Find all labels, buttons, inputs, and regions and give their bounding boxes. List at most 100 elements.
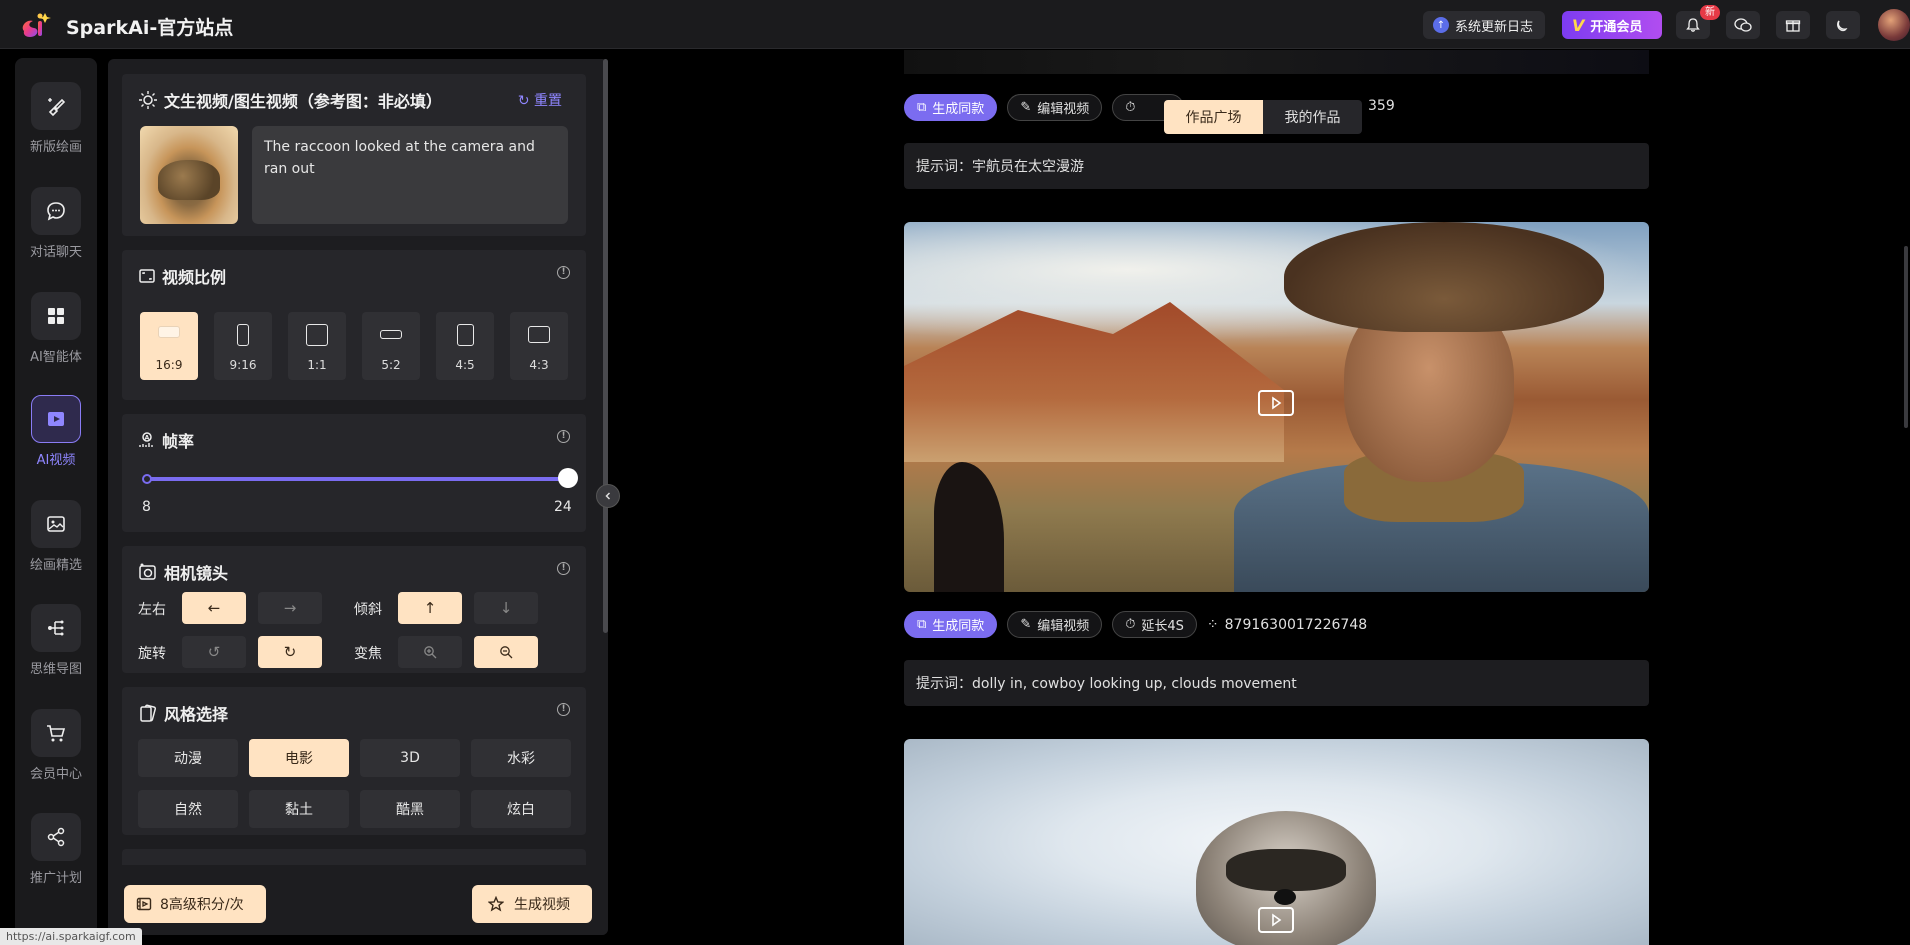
rotate-left-button[interactable]: ↺ [182, 636, 246, 668]
rail-item-referral[interactable]: 推广计划 [15, 813, 97, 886]
ratio-option-9-16[interactable]: 9:16 [214, 312, 272, 380]
rail-label: AI视频 [36, 453, 76, 468]
rotate-ccw-icon: ↺ [207, 643, 221, 661]
style-option-clay[interactable]: 黏土 [249, 790, 349, 828]
style-option-dazzle-white[interactable]: 炫白 [471, 790, 571, 828]
edit-video-button[interactable]: ✎ 编辑视频 [1007, 611, 1103, 638]
zoom-out-button[interactable] [474, 636, 538, 668]
left-nav-rail: 新版绘画 对话聊天 AI智能体 AI视频 绘画精选 思维导图 会员中心 推广计划 [15, 58, 97, 935]
wechat-button[interactable] [1726, 11, 1760, 39]
play-icon[interactable] [1258, 907, 1294, 933]
brush-icon [48, 98, 66, 117]
feed-prompt: 提示词：宇航员在太空漫游 [904, 143, 1649, 189]
fps-max-label: 24 [554, 499, 572, 515]
credits-cost-button[interactable]: 8高级积分/次 [124, 885, 266, 923]
rail-item-ai-agent[interactable]: AI智能体 [15, 292, 97, 365]
info-icon[interactable]: ! [557, 266, 570, 279]
generate-same-button[interactable]: ⧉ 生成同款 [904, 94, 998, 121]
upload-icon: ↑ [1433, 17, 1449, 33]
play-icon[interactable] [1258, 390, 1294, 416]
top-bar: SparkAi-官方站点 ↑ 系统更新日志 V 开通会员 新 [0, 0, 1910, 49]
rail-item-new-drawing[interactable]: 新版绘画 [15, 82, 97, 155]
panel-scrollbar[interactable] [603, 59, 608, 633]
prompt-card: 文生视频/图生视频（参考图：非必填） ↻ 重置 The raccoon look… [122, 74, 586, 236]
video-thumbnail-cowboy[interactable] [904, 222, 1649, 592]
seed-display: ⁘ 8791630017226748 [1207, 617, 1367, 633]
film-icon [136, 897, 152, 911]
generate-video-button[interactable]: 生成视频 [472, 885, 592, 923]
feed-scrollbar[interactable] [1904, 246, 1908, 428]
reference-image-thumbnail[interactable] [140, 126, 238, 224]
pan-right-button[interactable]: → [258, 592, 322, 624]
previous-video-bottom-edge [904, 50, 1649, 74]
update-log-button[interactable]: ↑ 系统更新日志 [1423, 11, 1545, 39]
feed-item-actions: ⧉ 生成同款 ✎ 编辑视频 ⏱ 延长4S ⁘ 8791630017226748 [904, 611, 1367, 638]
prompt-textarea[interactable]: The raccoon looked at the camera and ran… [252, 126, 568, 224]
prompt-card-title: 文生视频/图生视频（参考图：非必填） [138, 88, 442, 112]
gift-button[interactable] [1776, 11, 1810, 39]
style-option-film[interactable]: 电影 [249, 739, 349, 777]
collapse-panel-button[interactable] [596, 484, 620, 508]
rail-item-chat[interactable]: 对话聊天 [15, 187, 97, 260]
camera-card: 相机镜头 ! 左右 ← → 倾斜 ↑ ↓ 旋转 ↺ ↻ 变焦 [122, 546, 586, 673]
ratio-option-4-3[interactable]: 4:3 [510, 312, 568, 380]
reset-button[interactable]: ↻ 重置 [518, 90, 562, 110]
user-avatar[interactable] [1878, 9, 1910, 41]
arrow-down-icon: ↓ [499, 599, 513, 617]
feed-item-actions: ⧉ 生成同款 ✎ 编辑视频 ⏱ [904, 94, 1185, 121]
ratio-option-5-2[interactable]: 5:2 [362, 312, 420, 380]
edit-video-label: 编辑视频 [1037, 619, 1090, 634]
tab-showcase[interactable]: 作品广场 [1164, 100, 1263, 134]
rail-item-gallery[interactable]: 绘画精选 [15, 500, 97, 573]
rail-label: 对话聊天 [29, 245, 82, 260]
generate-same-button[interactable]: ⧉ 生成同款 [904, 611, 998, 638]
chat-icon [47, 202, 65, 221]
rotate-right-button[interactable]: ↻ [258, 636, 322, 668]
extend-4s-button[interactable]: ⏱ 延长4S [1112, 611, 1197, 638]
style-option-nature[interactable]: 自然 [138, 790, 238, 828]
ratio-label: 4:3 [529, 358, 549, 372]
pan-left-button[interactable]: ← [182, 592, 246, 624]
style-option-3d[interactable]: 3D [360, 739, 460, 777]
arrow-up-icon: ↑ [423, 599, 437, 617]
feed-prompt: 提示词：dolly in, cowboy looking up, clouds … [904, 660, 1649, 706]
extend-4s-label: 延长4S [1141, 619, 1184, 634]
ratio-label: 1:1 [307, 358, 327, 372]
style-option-cool-black[interactable]: 酷黑 [360, 790, 460, 828]
style-title: 风格选择 [138, 701, 228, 725]
vip-button[interactable]: V 开通会员 [1562, 11, 1662, 39]
site-title: SparkAi-官方站点 [66, 17, 234, 39]
ratio-option-4-5[interactable]: 4:5 [436, 312, 494, 380]
style-option-watercolor[interactable]: 水彩 [471, 739, 571, 777]
style-option-anime[interactable]: 动漫 [138, 739, 238, 777]
share-icon [47, 827, 65, 847]
tab-my-works[interactable]: 我的作品 [1263, 100, 1362, 134]
frame-rate-icon: A [139, 432, 153, 447]
ratio-option-16-9[interactable]: 16:9 [140, 312, 198, 380]
sparkai-logo[interactable] [18, 9, 52, 41]
info-icon[interactable]: ! [557, 703, 570, 716]
edit-video-button[interactable]: ✎ 编辑视频 [1007, 94, 1103, 121]
info-icon[interactable]: ! [557, 562, 570, 575]
mindmap-icon [48, 620, 64, 636]
panel-bottom-bar: 8高级积分/次 生成视频 [108, 865, 608, 935]
zoom-in-button[interactable] [398, 636, 462, 668]
dark-mode-button[interactable] [1826, 11, 1860, 39]
ratio-option-1-1[interactable]: 1:1 [288, 312, 346, 380]
info-icon[interactable]: ! [557, 430, 570, 443]
rail-item-ai-video[interactable]: AI视频 [15, 395, 97, 468]
reset-label: 重置 [534, 93, 562, 109]
edit-icon: ✎ [1020, 100, 1032, 115]
tilt-down-button[interactable]: ↓ [474, 592, 538, 624]
rail-item-member-center[interactable]: 会员中心 [15, 709, 97, 782]
grid-icon [48, 308, 64, 324]
rail-item-mindmap[interactable]: 思维导图 [15, 604, 97, 677]
edit-icon: ✎ [1020, 617, 1032, 632]
video-thumbnail-raccoon[interactable] [904, 739, 1649, 945]
tilt-up-button[interactable]: ↑ [398, 592, 462, 624]
pan-label: 左右 [138, 602, 166, 618]
video-icon [48, 412, 64, 426]
ratio-label: 9:16 [229, 358, 257, 372]
fps-slider-handle[interactable] [558, 468, 578, 488]
fps-slider-track[interactable] [146, 477, 566, 481]
